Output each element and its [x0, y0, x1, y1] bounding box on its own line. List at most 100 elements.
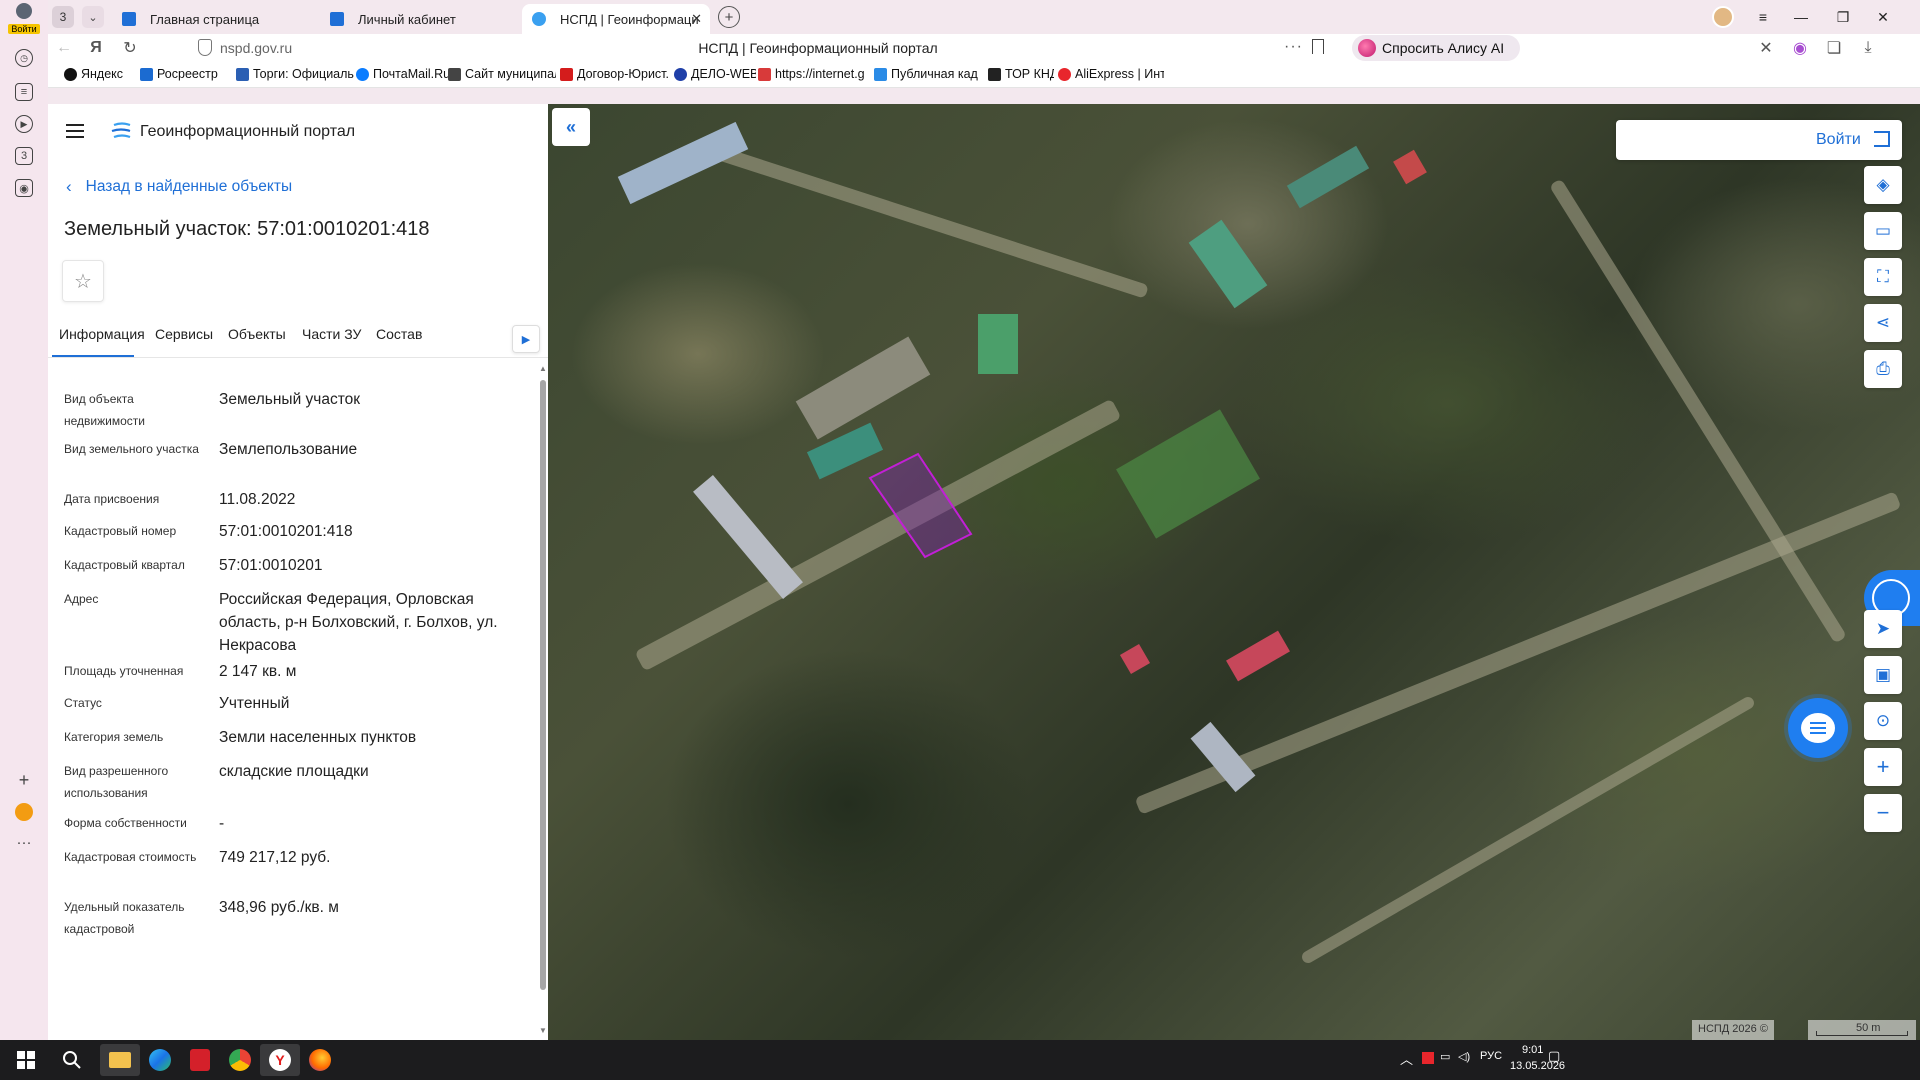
- avatar[interactable]: [1712, 6, 1734, 28]
- yandex-browser-button[interactable]: Y: [260, 1044, 300, 1076]
- explorer-button[interactable]: [100, 1044, 140, 1076]
- minimap-button[interactable]: ▣: [1864, 656, 1902, 694]
- bookmark-icon[interactable]: [1312, 39, 1324, 54]
- bookmark-item[interactable]: https://internet.g: [758, 67, 866, 81]
- add-panel-button[interactable]: +: [12, 768, 36, 792]
- bookmark-item[interactable]: ПочтаMail.Ru: [356, 67, 450, 81]
- tab-composition[interactable]: Состав: [376, 326, 422, 342]
- firefox-button[interactable]: [300, 1044, 340, 1076]
- tab-information[interactable]: Информация: [59, 326, 145, 342]
- collections-button[interactable]: ≡: [12, 80, 36, 104]
- minimize-icon[interactable]: —: [1786, 4, 1816, 30]
- property-label: Вид разрешенного использования: [64, 764, 169, 800]
- chrome-icon: [229, 1049, 251, 1071]
- screenshot-button[interactable]: ◉: [12, 176, 36, 200]
- tabs-counter-button[interactable]: 3: [12, 144, 36, 168]
- download-icon[interactable]: ⤓: [1856, 36, 1880, 60]
- clock-time[interactable]: 9:01: [1522, 1044, 1543, 1056]
- bookmark-item[interactable]: AliExpress | Интер: [1058, 67, 1164, 81]
- profile-button[interactable]: Войти: [4, 2, 44, 34]
- close-window-icon[interactable]: ✕: [1868, 4, 1898, 30]
- tabs-counter-badge: 3: [15, 147, 33, 165]
- more-icon[interactable]: ···: [1284, 38, 1303, 56]
- land-parcel-outline[interactable]: [548, 104, 1920, 1040]
- properties-scrollbar[interactable]: ▲ ▼: [536, 362, 548, 1040]
- bookmark-item[interactable]: Яндекс: [64, 67, 136, 81]
- bookmark-item[interactable]: ДЕЛО-WEB: [674, 67, 756, 81]
- bookmark-item[interactable]: Торги: Официаль: [236, 67, 354, 81]
- scroll-down-icon[interactable]: ▼: [539, 1026, 547, 1035]
- tabs-scroll-right-button[interactable]: ▶: [512, 325, 540, 353]
- network-icon[interactable]: ▭: [1440, 1050, 1450, 1063]
- scroll-thumb[interactable]: [540, 380, 546, 990]
- layers-button[interactable]: ◈: [1864, 166, 1902, 204]
- language-indicator[interactable]: РУС: [1480, 1050, 1502, 1062]
- chat-button[interactable]: [1788, 698, 1848, 758]
- menu-icon[interactable]: [66, 124, 84, 138]
- property-label: Кадастровый номер: [64, 524, 177, 538]
- search-location-button[interactable]: ⊙: [1864, 702, 1902, 740]
- tab-objects[interactable]: Объекты: [228, 326, 286, 342]
- bookmark-item[interactable]: Сайт муниципаль: [448, 67, 556, 81]
- measure-button[interactable]: ▭: [1864, 212, 1902, 250]
- alice-button[interactable]: Спросить Алису AI: [1352, 35, 1520, 61]
- tray-chevron-icon[interactable]: ︿: [1400, 1049, 1413, 1068]
- chrome-button[interactable]: [220, 1044, 260, 1076]
- collapse-panel-button[interactable]: «: [552, 108, 590, 146]
- notifications-icon[interactable]: ▢: [1548, 1048, 1560, 1064]
- mail-button[interactable]: [12, 800, 36, 824]
- bookmark-item[interactable]: Публичная кадас: [874, 67, 978, 81]
- property-label: Удельный показатель кадастровой: [64, 900, 185, 936]
- bookmark-item[interactable]: Росреестр: [140, 67, 232, 81]
- bookmark-item[interactable]: Договор-Юрист.: [560, 67, 670, 81]
- property-value: Учтенный: [219, 695, 290, 712]
- scroll-up-icon[interactable]: ▲: [539, 364, 547, 373]
- zoom-in-button[interactable]: +: [1864, 748, 1902, 786]
- more-button[interactable]: ···: [12, 830, 36, 854]
- print-button[interactable]: ⎙: [1864, 350, 1902, 388]
- tab-parts[interactable]: Части ЗУ: [302, 326, 361, 342]
- chevron-left-icon: ‹: [66, 177, 72, 196]
- video-button[interactable]: ▶: [12, 112, 36, 136]
- tab-count-badge[interactable]: 3: [52, 6, 74, 28]
- back-link-label: Назад в найденные объекты: [85, 178, 293, 195]
- layers-icon: ◈: [1876, 175, 1890, 194]
- reload-button[interactable]: ↻: [118, 36, 142, 60]
- login-icon: [1874, 131, 1890, 147]
- location-search-icon: ⊙: [1875, 711, 1891, 730]
- geolocate-button[interactable]: ➤: [1864, 610, 1902, 648]
- tab-list-chevron-icon[interactable]: ⌄: [82, 6, 104, 28]
- start-button[interactable]: [6, 1044, 46, 1076]
- security-tray-icon[interactable]: [1422, 1052, 1434, 1064]
- login-button[interactable]: Войти: [1616, 120, 1902, 160]
- tab-home[interactable]: Главная страница: [112, 4, 322, 34]
- browser-sidebar: Войти ◷ ≡ ▶ 3 ◉ + ···: [0, 0, 48, 1040]
- url-input[interactable]: nspd.gov.ru НСПД | Геоинформационный пор…: [188, 35, 1336, 61]
- select-area-button[interactable]: ⛶: [1864, 258, 1902, 296]
- back-to-results-link[interactable]: ‹ Назад в найденные объекты: [66, 177, 292, 197]
- extension-icon[interactable]: ◉: [1788, 36, 1812, 60]
- tab-cabinet[interactable]: Личный кабинет: [320, 4, 530, 34]
- new-tab-button[interactable]: +: [718, 6, 740, 28]
- acrobat-button[interactable]: [180, 1044, 220, 1076]
- bookmark-item[interactable]: ТОР КНД: [988, 67, 1054, 81]
- restore-icon[interactable]: ❐: [1828, 4, 1858, 30]
- close-icon[interactable]: ✕: [691, 11, 702, 27]
- property-label: Вид земельного участка: [64, 442, 199, 456]
- favorite-button[interactable]: ☆: [62, 260, 104, 302]
- tab-services[interactable]: Сервисы: [155, 326, 213, 342]
- tab-nspd[interactable]: НСПД | Геоинформаци ✕: [522, 4, 710, 34]
- menu-icon[interactable]: ≡: [1748, 4, 1778, 30]
- share-button[interactable]: ⋖: [1864, 304, 1902, 342]
- search-button[interactable]: [52, 1044, 92, 1076]
- map-view[interactable]: « Войти ◈ ▭ ⛶ ⋖ ⎙ ➤ ▣ ⊙ + − НСПД 2026 © …: [548, 104, 1920, 1040]
- back-button[interactable]: ←: [52, 36, 76, 60]
- yandex-button[interactable]: Я: [84, 36, 108, 60]
- collections-icon[interactable]: ❏: [1822, 36, 1846, 60]
- volume-icon[interactable]: ◁): [1458, 1050, 1470, 1063]
- edge-button[interactable]: [140, 1044, 180, 1076]
- extensions-icon[interactable]: ✕: [1754, 36, 1778, 60]
- zoom-out-button[interactable]: −: [1864, 794, 1902, 832]
- history-button[interactable]: ◷: [12, 46, 36, 70]
- scale-bar: [1816, 1031, 1908, 1036]
